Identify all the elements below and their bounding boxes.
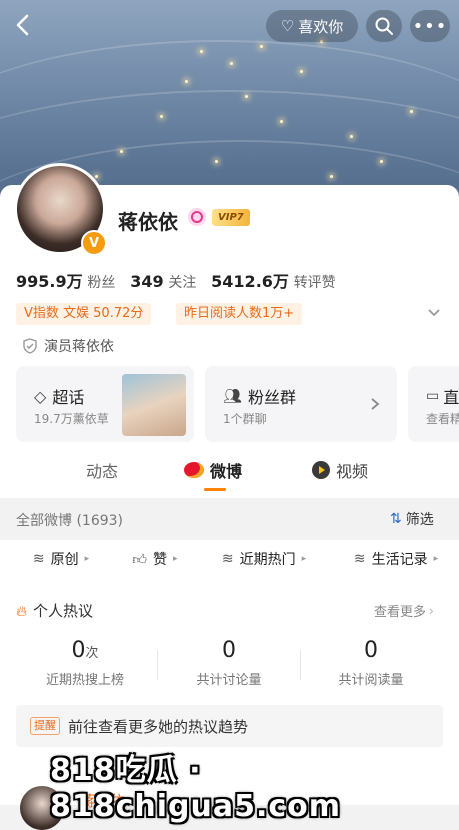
chip-liked-label: 赞 xyxy=(153,552,168,568)
active-tab-indicator xyxy=(204,488,226,491)
fan-group-tile[interactable]: 👥︎ 粉丝群 1个群聊 xyxy=(205,366,397,442)
filter-icon: ⇅ xyxy=(390,511,402,527)
view-more-label: 查看更多 xyxy=(374,605,427,620)
vip-label: VIP7 xyxy=(218,212,244,223)
live-sub: 查看精 xyxy=(426,412,459,426)
metric-value: 0 xyxy=(71,638,86,663)
back-button[interactable] xyxy=(8,10,38,40)
following-count[interactable]: 349 xyxy=(130,272,163,291)
fans-count[interactable]: 995.9万 xyxy=(16,272,83,291)
chip-life-record-label: 生活记录 xyxy=(371,552,428,568)
layers-icon: ≋ xyxy=(32,551,45,567)
fan-group-sub: 1个群聊 xyxy=(223,412,267,426)
back-arrow-icon xyxy=(16,14,29,36)
diamond-icon: ◇ xyxy=(34,386,47,406)
tab-weibo[interactable]: 微博 xyxy=(184,458,242,482)
caret-right-icon: ▸ xyxy=(301,554,307,564)
like-you-label: 喜欢你 xyxy=(298,17,344,36)
daily-readers-tag[interactable]: 昨日阅读人数1万+ xyxy=(176,303,303,325)
v-index-tag[interactable]: V指数 文娱 50.72分 xyxy=(16,303,152,325)
chevron-right-icon xyxy=(371,398,380,410)
chip-liked[interactable]: 👍︎ 赞 ▸ xyxy=(116,540,194,578)
layers-icon: ≋ xyxy=(221,551,234,567)
metric-unit: 次 xyxy=(85,646,99,661)
metric-label: 共计讨论量 xyxy=(196,673,262,688)
expand-chevron-icon[interactable] xyxy=(426,304,442,324)
more-dots-icon: ••• xyxy=(412,15,448,37)
chip-recent-hot[interactable]: ≋ 近期热门 ▸ xyxy=(202,540,326,578)
metric-label: 近期热搜上榜 xyxy=(45,673,124,688)
watermark-text: 818吃瓜 · 818chigua5.com xyxy=(50,753,342,824)
metric-value: 0 xyxy=(364,638,378,663)
super-topic-title: 超话 xyxy=(52,388,85,407)
profile-name: 蒋依依 xyxy=(118,210,178,234)
tab-dynamic[interactable]: 动态 xyxy=(86,458,118,482)
chip-original[interactable]: ≋ 原创 ▸ xyxy=(14,540,108,578)
layers-icon: ≋ xyxy=(353,551,366,567)
certification-text: 演员蒋依依 xyxy=(44,339,114,355)
divider xyxy=(300,650,301,680)
hand-heart-icon: ♡ xyxy=(280,17,295,35)
filter-label: 筛选 xyxy=(405,512,434,528)
metric-hot-search: 0次 近期热搜上榜 xyxy=(30,638,140,688)
fan-group-title: 粉丝群 xyxy=(248,388,297,407)
metric-discussion: 0 共计讨论量 xyxy=(174,638,284,688)
live-title: 直 xyxy=(443,388,459,407)
chevron-right-icon: › xyxy=(429,603,434,618)
flame-icon: 🔥︎ xyxy=(16,601,28,620)
search-button[interactable] xyxy=(366,10,402,42)
metric-reads: 0 共计阅读量 xyxy=(316,638,426,688)
reminder-badge: 提醒 xyxy=(30,717,60,735)
video-icon xyxy=(312,461,330,479)
tv-icon: ▭ xyxy=(426,388,440,404)
chip-life-record[interactable]: ≋ 生活记录 ▸ xyxy=(334,540,458,578)
shield-icon xyxy=(23,338,37,354)
caret-right-icon: ▸ xyxy=(84,554,90,564)
super-topic-thumbnail xyxy=(122,374,186,436)
search-icon xyxy=(375,17,393,35)
hot-discussion-title: 个人热议 xyxy=(33,602,94,620)
watermark: 818吃瓜 · 818chigua5.com xyxy=(50,745,459,824)
hot-trend-prompt[interactable]: 提醒 前往查看更多她的热议趋势 xyxy=(16,705,443,747)
chip-recent-hot-label: 近期热门 xyxy=(239,552,296,568)
interactions-label: 转评赞 xyxy=(293,275,336,291)
more-button[interactable]: ••• xyxy=(410,10,450,42)
metric-value: 0 xyxy=(222,638,236,663)
view-more-link[interactable]: 查看更多 › xyxy=(374,601,434,621)
tab-video-label: 视频 xyxy=(336,462,369,481)
lens-icon[interactable] xyxy=(188,208,206,226)
chip-original-label: 原创 xyxy=(50,552,79,568)
thumb-up-icon: 👍︎ xyxy=(132,551,148,568)
divider xyxy=(157,650,158,680)
live-tile[interactable]: ▭ 直 查看精 xyxy=(408,366,459,442)
following-label: 关注 xyxy=(168,275,197,291)
super-topic-sub: 19.7万薰依草 xyxy=(34,412,109,426)
group-icon: 👥︎ xyxy=(223,387,243,405)
super-topic-tile[interactable]: ◇ 超话 19.7万薰依草 xyxy=(16,366,194,442)
hot-trend-prompt-text: 前往查看更多她的热议趋势 xyxy=(68,717,249,736)
weibo-logo-icon xyxy=(184,462,204,478)
caret-right-icon: ▸ xyxy=(433,554,439,564)
metric-label: 共计阅读量 xyxy=(338,673,404,688)
tab-weibo-label: 微博 xyxy=(210,462,243,481)
weibo-count-label: 全部微博 (1693) xyxy=(16,513,124,529)
filter-bar: 全部微博 (1693) ⇅ 筛选 xyxy=(0,498,459,540)
fans-label: 粉丝 xyxy=(87,275,116,291)
vip-badge[interactable]: VIP7 xyxy=(212,209,250,226)
stats-row: 995.9万 粉丝 349 关注 5412.6万 转评赞 xyxy=(16,268,346,292)
interactions-count: 5412.6万 xyxy=(211,272,289,291)
caret-right-icon: ▸ xyxy=(173,554,178,564)
verified-badge: V xyxy=(81,230,107,256)
filter-button[interactable]: ⇅ 筛选 xyxy=(390,509,434,529)
certification-row: 演员蒋依依 xyxy=(22,336,114,356)
tab-video[interactable]: 视频 xyxy=(312,458,368,482)
like-you-button[interactable]: ♡ 喜欢你 xyxy=(266,10,358,42)
